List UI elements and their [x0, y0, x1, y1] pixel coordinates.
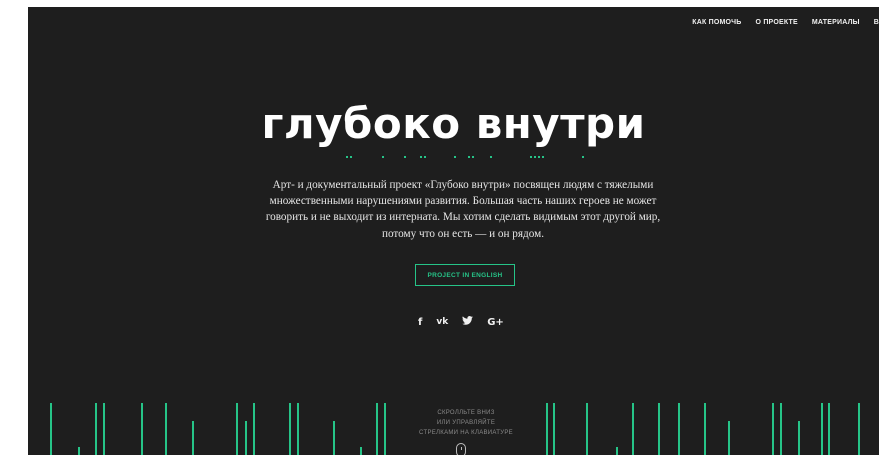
facebook-icon[interactable]: f	[418, 317, 422, 328]
mouse-icon	[456, 443, 466, 455]
scroll-hint-line: ИЛИ УПРАВЛЯЙТЕ	[436, 420, 496, 426]
nav-materials[interactable]: МАТЕРИАЛЫ	[812, 19, 860, 26]
top-nav: КАК ПОМОЧЬ О ПРОЕКТЕ МАТЕРИАЛЫ В	[692, 14, 879, 30]
project-description: Арт- и документальный проект «Глубоко вн…	[265, 179, 661, 240]
project-in-english-button[interactable]: PROJECT IN ENGLISH	[415, 264, 515, 286]
twitter-icon[interactable]	[462, 316, 474, 328]
decorative-dots	[346, 156, 586, 162]
scroll-hint-line: СКРОЛЛЬТЕ ВНИЗ	[437, 410, 495, 416]
scroll-hint: СКРОЛЛЬТЕ ВНИЗ ИЛИ УПРАВЛЯЙТЕ СТРЕЛКАМИ …	[396, 408, 536, 438]
nav-more[interactable]: В	[874, 19, 879, 26]
hero-section: КАК ПОМОЧЬ О ПРОЕКТЕ МАТЕРИАЛЫ В глубоко…	[28, 7, 879, 455]
social-links: f vk G+	[418, 316, 504, 328]
google-plus-icon[interactable]: G+	[487, 317, 504, 328]
page-title: глубоко внутри	[261, 99, 646, 148]
vk-icon[interactable]: vk	[436, 317, 448, 327]
scroll-hint-line: СТРЕЛКАМИ НА КЛАВИАТУРЕ	[419, 430, 513, 436]
nav-about[interactable]: О ПРОЕКТЕ	[756, 19, 798, 26]
nav-how-to-help[interactable]: КАК ПОМОЧЬ	[692, 19, 741, 26]
